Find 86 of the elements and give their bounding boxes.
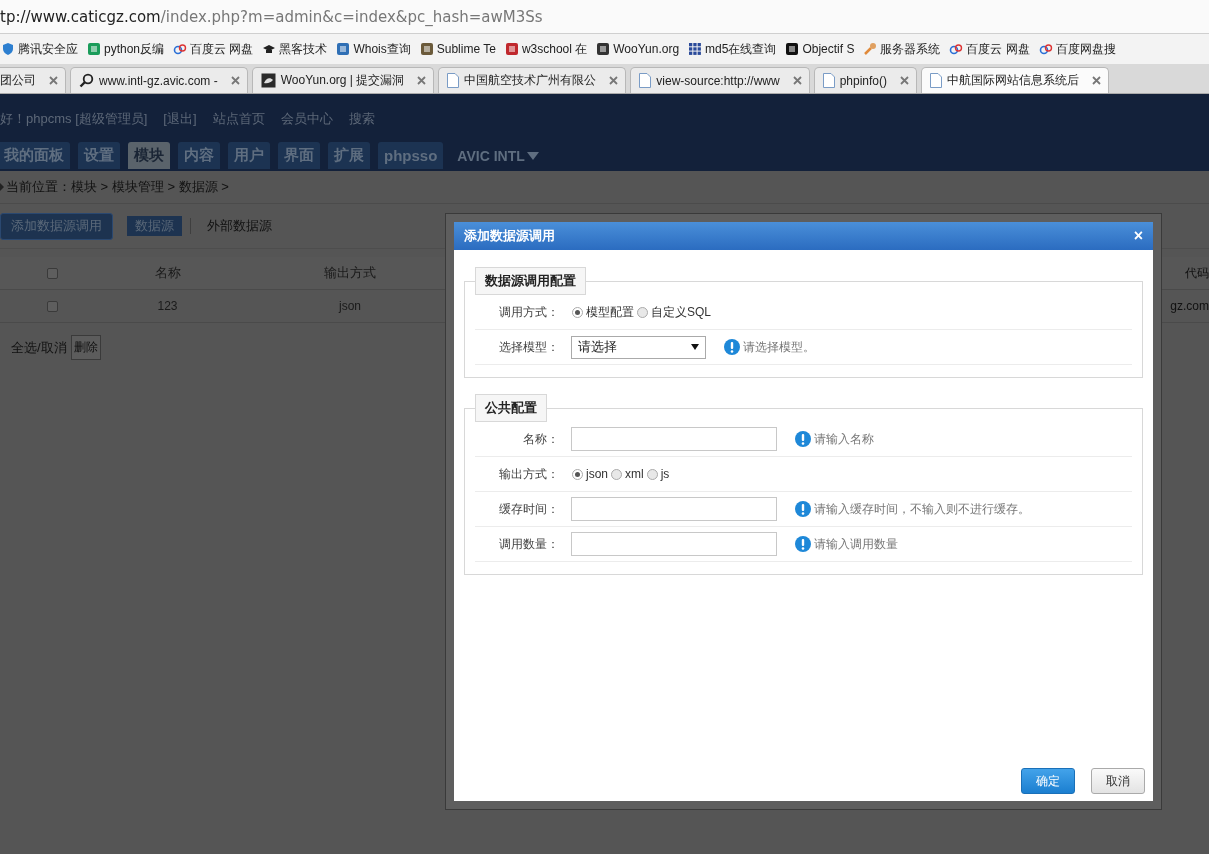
- cloud-icon: [173, 42, 188, 56]
- info-icon: [795, 501, 811, 517]
- radio-label: xml: [625, 467, 644, 481]
- field-label: 名称：: [522, 430, 559, 448]
- hint-text: 请输入缓存时间，不输入则不进行缓存。: [814, 500, 1030, 518]
- bookmark[interactable]: 服务器系统: [863, 40, 941, 58]
- close-icon[interactable]: [417, 76, 427, 85]
- page-icon: [447, 73, 460, 88]
- dialog-title: 添加数据源调用: [464, 227, 555, 245]
- input-field[interactable]: [571, 427, 777, 451]
- browser-tab[interactable]: www.intl-gz.avic.com -: [70, 67, 248, 93]
- close-icon[interactable]: [900, 76, 910, 85]
- bookmark[interactable]: Objectif S: [785, 42, 855, 56]
- bookmark[interactable]: md5在线查询: [688, 40, 777, 58]
- field-label: 调用数量：: [498, 535, 559, 553]
- hat-icon: [262, 42, 277, 56]
- browser-tab[interactable]: view-source:http://www: [630, 67, 810, 93]
- radio-label: 自定义SQL: [651, 303, 711, 321]
- arrow-icon: [0, 183, 4, 191]
- field-label: 调用方式：: [498, 303, 559, 321]
- close-icon[interactable]: [1092, 76, 1102, 85]
- column-header: 代码: [1185, 264, 1209, 282]
- cloud-icon: [1038, 42, 1053, 56]
- browser-tab[interactable]: 中国航空技术广州有限公: [438, 67, 627, 93]
- radio-button[interactable]: [572, 468, 583, 480]
- table-cell: 123: [157, 299, 178, 313]
- greeting-text: 好！phpcms [超级管理员]: [0, 110, 148, 128]
- table-cell: gz.com: [1170, 299, 1209, 313]
- page-icon: [930, 73, 943, 88]
- close-icon[interactable]: [609, 76, 619, 85]
- info-icon: [795, 536, 811, 552]
- grid-icon: [688, 42, 703, 56]
- radio-label: json: [586, 467, 608, 481]
- close-icon[interactable]: [792, 76, 802, 85]
- hint-text: 请选择模型。: [743, 338, 815, 356]
- radio-label: js: [660, 467, 670, 481]
- hint-text: 请输入调用数量: [814, 535, 898, 553]
- wrench-icon: [863, 42, 878, 56]
- browser-tab[interactable]: WooYun.org | 提交漏洞: [251, 67, 435, 93]
- bookmark[interactable]: Sublime Te: [419, 42, 496, 56]
- cancel-button[interactable]: 取消: [1091, 768, 1145, 794]
- radio-button[interactable]: [646, 468, 658, 480]
- browser-tab[interactable]: 中航国际网站信息系统后: [921, 67, 1110, 93]
- ok-button[interactable]: 确定: [1021, 768, 1075, 794]
- browser-tab[interactable]: phpinfo(): [813, 67, 918, 93]
- caret-icon: [526, 151, 539, 160]
- checkbox[interactable]: [47, 267, 58, 279]
- table-cell: json: [339, 299, 361, 313]
- browser-tab[interactable]: 团公司: [0, 67, 66, 93]
- close-icon[interactable]: [49, 76, 58, 85]
- bookmark[interactable]: 黑客技术: [262, 40, 328, 58]
- section-legend: 数据源调用配置: [475, 267, 586, 295]
- bookmark[interactable]: 百度云 网盘: [949, 40, 1030, 58]
- bookmark[interactable]: w3school 在: [504, 40, 588, 58]
- model-select[interactable]: 请选择: [571, 335, 706, 359]
- caret-icon: [691, 344, 699, 350]
- section-legend: 公共配置: [475, 394, 547, 422]
- field-label: 缓存时间：: [498, 500, 559, 518]
- close-icon[interactable]: [230, 76, 240, 85]
- bookmark[interactable]: python反编: [87, 40, 165, 58]
- column-header: 名称: [154, 264, 181, 282]
- bookmark[interactable]: Whois查询: [336, 40, 411, 58]
- breadcrumb: 当前位置：模块 > 模块管理 > 数据源 >: [6, 178, 229, 196]
- field-label: 输出方式：: [498, 465, 559, 483]
- app-icon: [260, 73, 276, 88]
- input-field[interactable]: [571, 532, 777, 556]
- bookmark[interactable]: 腾讯安全应: [1, 40, 78, 58]
- cloud-icon: [949, 42, 964, 56]
- info-icon: [795, 431, 811, 447]
- shield-icon: [1, 42, 15, 56]
- radio-button[interactable]: [572, 306, 583, 318]
- radio-button[interactable]: [611, 468, 622, 480]
- field-label: 选择模型：: [498, 338, 559, 356]
- bookmark[interactable]: WooYun.org: [596, 42, 680, 56]
- close-button[interactable]: ×: [1133, 227, 1143, 245]
- page-icon: [639, 73, 652, 88]
- page-icon: [822, 73, 835, 88]
- hint-text: 请输入名称: [814, 430, 874, 448]
- checkbox[interactable]: [47, 300, 58, 312]
- radio-label: 模型配置: [586, 303, 634, 321]
- input-field[interactable]: [571, 497, 777, 521]
- bookmark[interactable]: 百度云 网盘: [173, 40, 254, 58]
- search-icon: [79, 73, 94, 88]
- bookmark[interactable]: 百度网盘搜: [1038, 40, 1116, 58]
- radio-button[interactable]: [637, 306, 648, 318]
- info-icon: [724, 339, 740, 355]
